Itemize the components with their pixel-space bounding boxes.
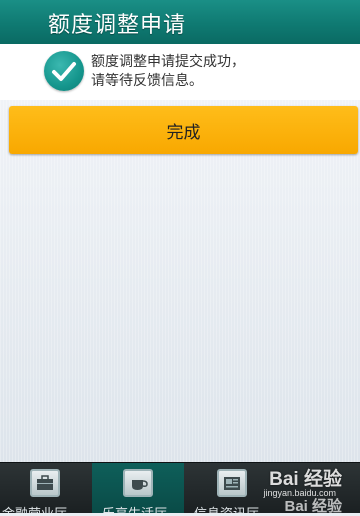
notice-line-2: 请等待反馈信息。 bbox=[91, 73, 203, 89]
briefcase-icon bbox=[30, 469, 60, 497]
notice-line-1: 额度调整申请提交成功， bbox=[91, 54, 245, 70]
tab-finance-hall[interactable]: 金融营业厅 bbox=[0, 463, 90, 513]
newspaper-icon bbox=[217, 469, 247, 497]
tab-info-hall[interactable]: 信息资讯厅 bbox=[186, 463, 282, 513]
done-button[interactable]: 完成 bbox=[9, 106, 358, 154]
bottom-tab-bar: 金融营业厅 乐享生活厅 信息资讯厅 bbox=[0, 462, 360, 513]
checkmark-circle-icon bbox=[44, 51, 84, 91]
notice-message: 额度调整申请提交成功， 请等待反馈信息。 bbox=[91, 53, 245, 91]
content-area bbox=[0, 100, 360, 462]
tab-life-hall[interactable]: 乐享生活厅 bbox=[92, 463, 184, 513]
success-notice: 额度调整申请提交成功， 请等待反馈信息。 bbox=[0, 44, 360, 100]
title-bar: 额度调整申请 bbox=[0, 0, 360, 44]
coffee-cup-icon bbox=[123, 469, 153, 497]
page-title: 额度调整申请 bbox=[48, 13, 187, 38]
